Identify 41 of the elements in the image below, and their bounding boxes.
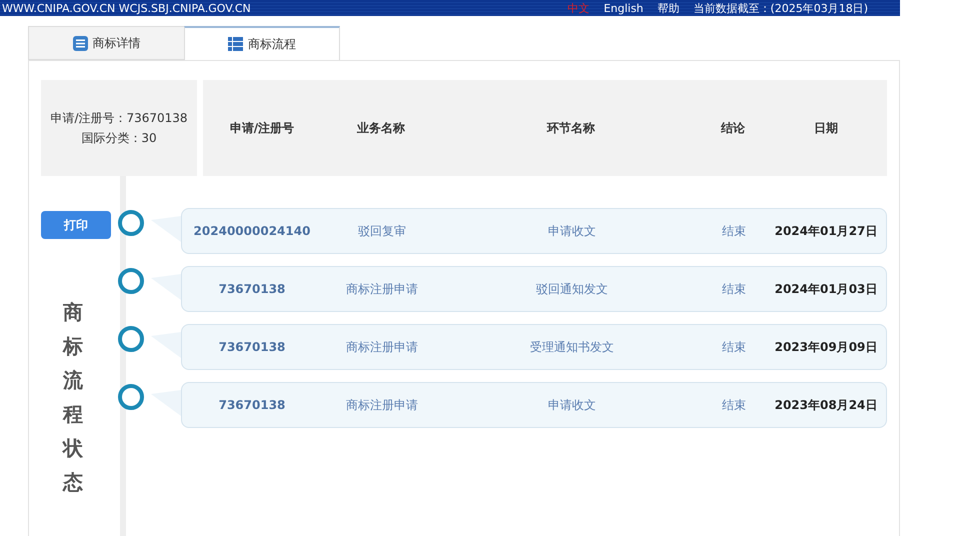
grid-icon bbox=[228, 37, 243, 51]
table-cell-text: 结束 bbox=[721, 339, 747, 356]
timeline-node-icon bbox=[117, 383, 145, 411]
timeline-node-icon bbox=[117, 209, 145, 237]
column-header: 结论 bbox=[720, 120, 746, 137]
list-icon bbox=[72, 36, 88, 50]
table-cell-text: 2024年01月03日 bbox=[774, 281, 878, 298]
table-cell-text: 73670138 bbox=[218, 281, 286, 298]
international-class: 国际分类：30 bbox=[81, 130, 157, 147]
column-header: 环节名称 bbox=[546, 120, 596, 137]
timeline-node-icon bbox=[117, 325, 145, 353]
table-cell-text: 商标注册申请 bbox=[345, 397, 419, 414]
table-cell-text: 2024年01月27日 bbox=[774, 223, 878, 240]
table-cell-text: 20240000024140 bbox=[192, 223, 312, 240]
column-header: 业务名称 bbox=[356, 120, 406, 137]
table-cell-text: 商标注册申请 bbox=[345, 339, 419, 356]
table-cell-text: 申请收文 bbox=[547, 223, 597, 240]
table-cell-text: 结束 bbox=[721, 397, 747, 414]
table-cell-text: 结束 bbox=[721, 223, 747, 240]
tab[interactable]: 商标流程 bbox=[184, 26, 340, 60]
print-button[interactable]: 打印 bbox=[41, 211, 111, 239]
site-address: WWW.CNIPA.GOV.CN WCJS.SBJ.CNIPA.GOV.CN bbox=[2, 2, 251, 14]
table-cell-text: 73670138 bbox=[218, 397, 286, 414]
column-header: 日期 bbox=[813, 120, 839, 137]
table-cell-text: 商标注册申请 bbox=[345, 281, 419, 298]
table-cell-text: 结束 bbox=[721, 281, 747, 298]
timeline-node-icon bbox=[117, 267, 145, 295]
help-link[interactable]: 帮助 bbox=[657, 2, 680, 14]
table-cell-text: 2023年08月24日 bbox=[774, 397, 878, 414]
column-header: 申请/注册号 bbox=[228, 120, 296, 137]
language-link[interactable]: English bbox=[604, 2, 644, 14]
registration-number: 申请/注册号：73670138 bbox=[50, 110, 188, 127]
side-label: 商标流程状态 bbox=[63, 299, 83, 496]
table-cell-text: 受理通知书发文 bbox=[529, 339, 615, 356]
table-cell-text: 申请收文 bbox=[547, 397, 597, 414]
tab[interactable]: 商标详情 bbox=[28, 26, 184, 60]
table-cell-text: 驳回复审 bbox=[357, 223, 407, 240]
table-cell-text: 驳回通知发文 bbox=[535, 281, 609, 298]
data-date: 当前数据截至：(2025年03月18日) bbox=[693, 2, 868, 14]
table-cell-text: 73670138 bbox=[218, 339, 286, 356]
table-cell-text: 2023年09月09日 bbox=[774, 339, 878, 356]
